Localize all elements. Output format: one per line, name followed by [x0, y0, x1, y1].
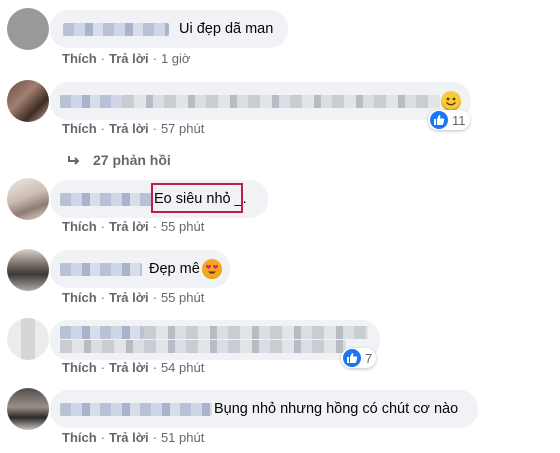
avatar[interactable]	[7, 388, 49, 430]
comment-time[interactable]: 55 phút	[161, 290, 204, 305]
reply-button[interactable]: Trả lời	[109, 360, 149, 375]
reaction-count[interactable]: 7	[341, 348, 377, 368]
comment-bubble: Đẹp mê	[50, 250, 230, 288]
reply-button[interactable]: Trả lời	[109, 290, 149, 305]
comment-time[interactable]: 54 phút	[161, 360, 204, 375]
like-button[interactable]: Thích	[62, 360, 97, 375]
comment-actions: Thích · Trả lời · 55 phút	[62, 290, 205, 305]
like-button[interactable]: Thích	[62, 219, 97, 234]
avatar[interactable]	[7, 80, 49, 122]
comment-actions: Thích · Trả lời · 54 phút	[62, 360, 205, 375]
comment-time[interactable]: 1 giờ	[161, 51, 191, 66]
commenter-name[interactable]	[60, 95, 122, 108]
avatar[interactable]	[7, 178, 49, 220]
commenter-name[interactable]	[60, 403, 212, 416]
highlight-box	[151, 183, 243, 213]
commenter-name[interactable]	[60, 263, 142, 276]
reaction-number: 11	[452, 112, 466, 128]
comment-text: Ui đẹp dã man	[179, 21, 274, 37]
reply-button[interactable]: Trả lời	[109, 51, 149, 66]
like-button[interactable]: Thích	[62, 121, 97, 136]
comment-bubble: Bụng nhỏ nhưng hồng có chút cơ nào	[50, 390, 478, 428]
reply-arrow-icon	[68, 156, 80, 166]
reply-button[interactable]: Trả lời	[109, 219, 149, 234]
comment-bubble	[50, 82, 471, 120]
commenter-name[interactable]	[60, 326, 144, 339]
comment-time[interactable]: 57 phút	[161, 121, 204, 136]
comment-text-blurred	[122, 95, 440, 108]
reply-button[interactable]: Trả lời	[109, 430, 149, 445]
smile-emoji-icon	[441, 91, 461, 111]
commenter-name[interactable]	[63, 23, 169, 36]
comment-bubble	[50, 320, 380, 360]
comment-actions: Thích · Trả lời · 1 giờ	[62, 51, 191, 66]
comment-text: Bụng nhỏ nhưng hồng có chút cơ nào	[214, 401, 459, 417]
avatar[interactable]	[7, 249, 49, 291]
thumbs-up-icon	[343, 349, 361, 367]
comment-bubble: Ui đẹp dã man	[50, 10, 288, 48]
comment-text: Đẹp mê	[149, 261, 200, 277]
thumbs-up-icon	[430, 111, 448, 129]
comment-actions: Thích · Trả lời · 51 phút	[62, 430, 205, 445]
view-replies-link[interactable]: 27 phản hồi	[67, 152, 171, 168]
comment-text-blurred	[144, 326, 368, 339]
comment-text-blurred	[60, 340, 346, 353]
like-button[interactable]: Thích	[62, 430, 97, 445]
replies-count: 27 phản hồi	[93, 152, 171, 168]
comment-actions: Thích · Trả lời · 57 phút	[62, 121, 205, 136]
comment-time[interactable]: 55 phút	[161, 219, 204, 234]
like-button[interactable]: Thích	[62, 290, 97, 305]
heart-eyes-emoji-icon	[202, 259, 222, 279]
avatar[interactable]	[7, 8, 49, 50]
comment-time[interactable]: 51 phút	[161, 430, 204, 445]
reply-button[interactable]: Trả lời	[109, 121, 149, 136]
commenter-name[interactable]	[60, 193, 152, 206]
reaction-count[interactable]: 11	[428, 110, 470, 130]
like-button[interactable]: Thích	[62, 51, 97, 66]
reaction-number: 7	[365, 350, 373, 366]
comment-actions: Thích · Trả lời · 55 phút	[62, 219, 205, 234]
avatar[interactable]	[7, 318, 49, 360]
